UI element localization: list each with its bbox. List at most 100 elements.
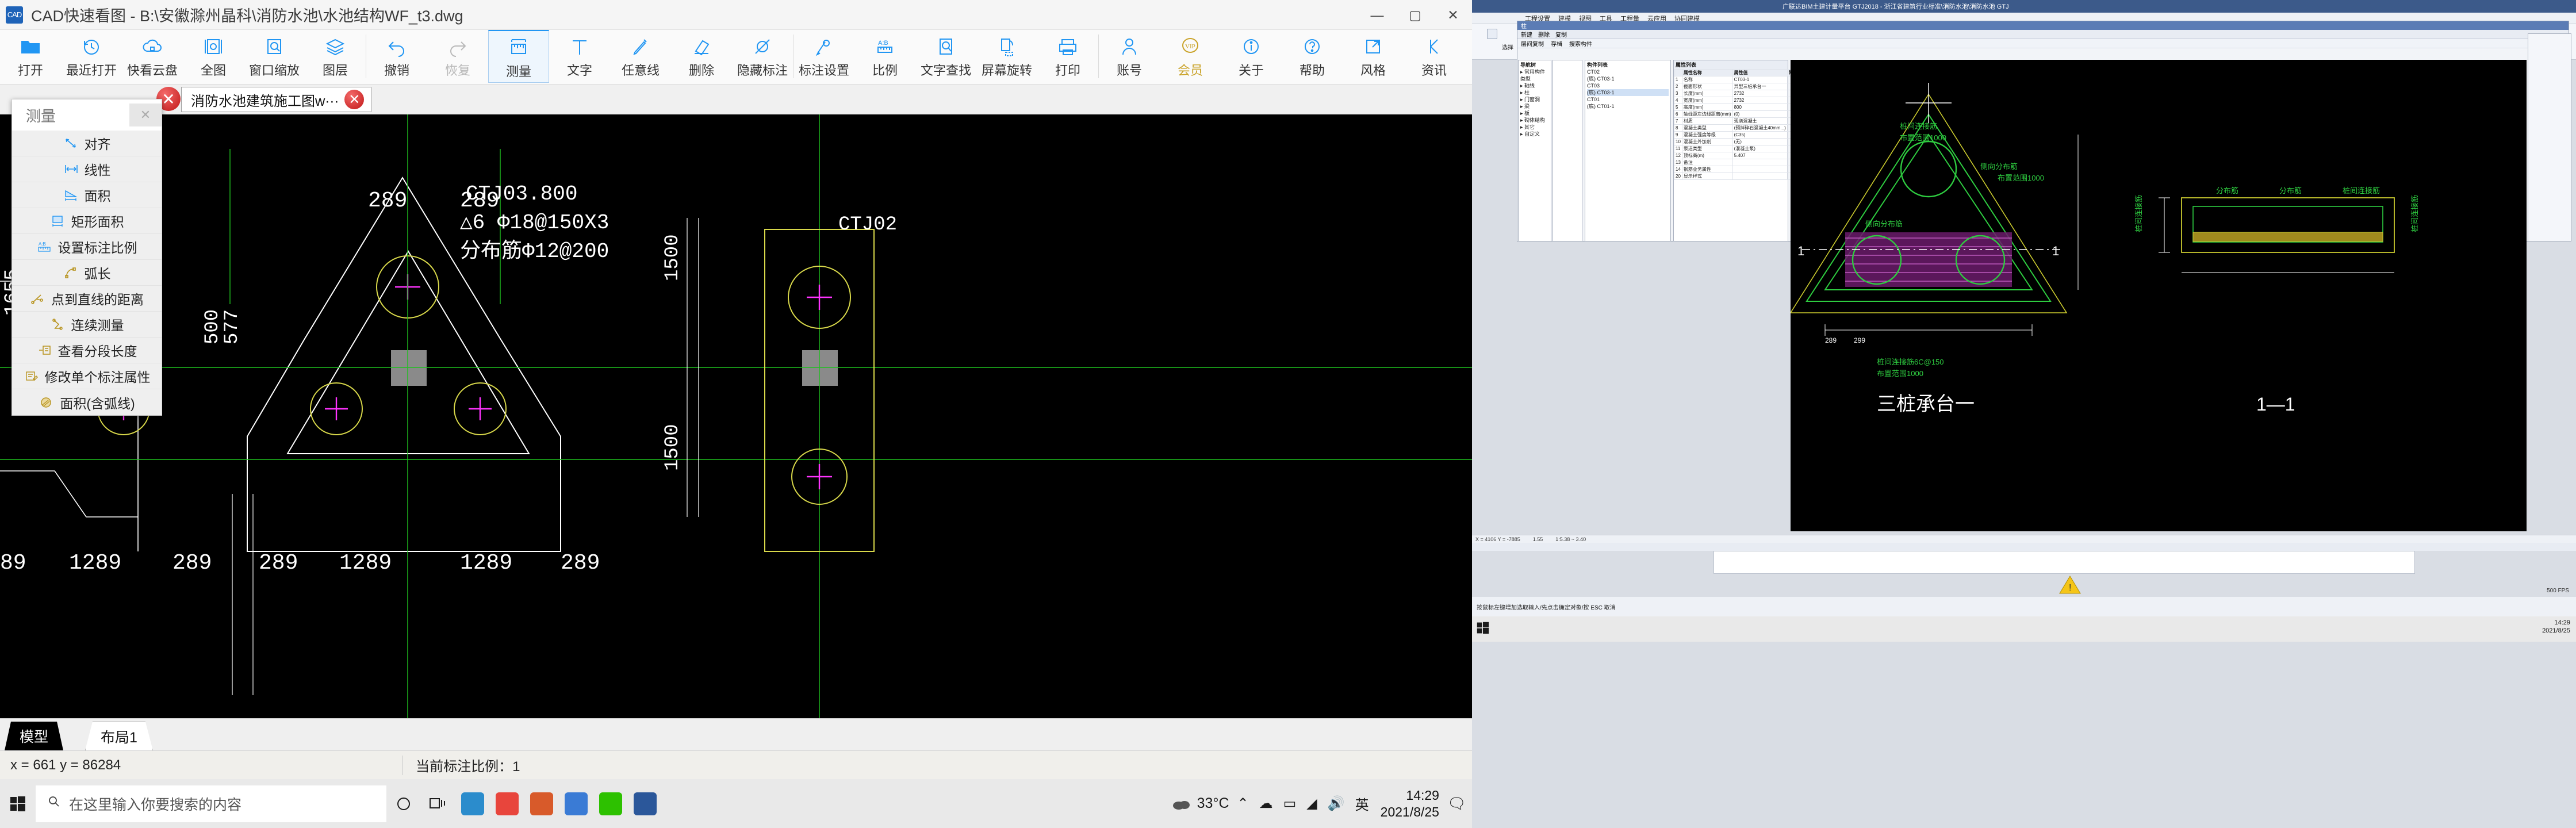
ribbon-button-打开[interactable]: 打开 bbox=[0, 30, 61, 83]
task-view-icon[interactable] bbox=[421, 779, 455, 828]
column-dialog-tool-搜索构件[interactable]: 搜索构件 bbox=[1569, 39, 1592, 48]
property-table-row[interactable]: 7 材质 现浇混凝土 bbox=[1674, 117, 1800, 125]
cad-app-icon[interactable] bbox=[524, 779, 559, 828]
column-dialog-tab-复制[interactable]: 复制 bbox=[1555, 30, 1567, 39]
glodon-taskbar-clock[interactable]: 14:29 2021/8/25 bbox=[2542, 619, 2570, 635]
ribbon-button-账号[interactable]: 账号 bbox=[1099, 30, 1160, 83]
ribbon-button-标注设置[interactable]: 标注设置 bbox=[793, 30, 854, 83]
navigation-tree[interactable]: 导航树 ▸ 常用构件类型 ▸ 轴线 ▸ 柱 ▸ 门窗洞 ▸ 梁 ▸ 板 ▸ 砌体结构 ▸ 其它… bbox=[1518, 60, 1551, 241]
ribbon-button-撤销[interactable]: 撤销 bbox=[366, 30, 427, 83]
document-tab[interactable]: 消防水池建筑施工图w··· ✕ bbox=[181, 87, 372, 112]
measure-item-对齐[interactable]: 对齐 bbox=[12, 131, 162, 156]
chrome-icon[interactable] bbox=[490, 779, 524, 828]
nav-tree-item-门窗洞[interactable]: ▸ 门窗洞 bbox=[1520, 96, 1549, 103]
layout-tab-model[interactable]: 模型 bbox=[5, 722, 63, 750]
column-dialog-tool-层间复制[interactable]: 层间复制 bbox=[1521, 39, 1544, 48]
taskbar-clock[interactable]: 14:29 2021/8/25 bbox=[1381, 787, 1439, 821]
ime-icon[interactable]: 英 bbox=[1355, 793, 1369, 814]
windows-start-icon[interactable] bbox=[0, 779, 36, 828]
property-table-row[interactable]: 12 顶标高(m) 5.407 bbox=[1674, 152, 1800, 159]
nav-tree-item-砌体结构[interactable]: ▸ 砌体结构 bbox=[1520, 117, 1549, 124]
ribbon-button-风格[interactable]: 风格 bbox=[1343, 30, 1404, 83]
property-table-row[interactable]: 9 混凝土强度等级 (C35) bbox=[1674, 131, 1800, 139]
measure-item-点到直线的距离[interactable]: 点到直线的距离 bbox=[12, 286, 162, 312]
property-table-row[interactable]: 4 宽度(mm) 2732 bbox=[1674, 97, 1800, 104]
property-table-row[interactable]: 10 混凝土外加剂 (无) bbox=[1674, 138, 1800, 145]
ribbon-button-删除[interactable]: 删除 bbox=[671, 30, 732, 83]
measure-item-弧长[interactable]: 弧长 bbox=[12, 260, 162, 286]
property-table-row[interactable]: 13 备注 bbox=[1674, 159, 1800, 166]
measure-item-设置标注比例[interactable]: A:B 设置标注比例 bbox=[12, 234, 162, 260]
edge-icon[interactable] bbox=[455, 779, 490, 828]
ribbon-button-文字[interactable]: 文字 bbox=[549, 30, 610, 83]
property-table-row[interactable]: 5 高度(mm) 800 bbox=[1674, 103, 1800, 111]
chevron-up-icon[interactable]: ⌃ bbox=[1237, 795, 1249, 812]
measure-item-面积(含弧线)[interactable]: 面积(含弧线) bbox=[12, 389, 162, 415]
component-list-item[interactable]: (底) CT03-1 bbox=[1587, 75, 1669, 82]
column-dialog-tool-存档[interactable]: 存档 bbox=[1551, 39, 1562, 48]
property-table-row[interactable]: 14 钢筋业务属性 bbox=[1674, 166, 1800, 173]
ribbon-button-快看云盘[interactable]: 快看云盘 bbox=[122, 30, 183, 83]
property-table-row[interactable]: 6 轴线距左边线距离(mm) (0) bbox=[1674, 110, 1800, 118]
ribbon-button-全图[interactable]: 全图 bbox=[183, 30, 244, 83]
nav-tree-item-自定义[interactable]: ▸ 自定义 bbox=[1520, 131, 1549, 137]
component-list-panel[interactable]: 构件列表 CT02 (底) CT03-1 CT03 (底) CT03-1 CT01 (底)… bbox=[1585, 60, 1671, 241]
close-icon[interactable]: ✕ bbox=[129, 103, 162, 126]
property-panel[interactable]: 属性列表 属性名称属性值附加1名称CT03-12截面形状异型三桩承台一3长度(m… bbox=[1673, 60, 1800, 241]
measure-item-连续测量[interactable]: 连续测量 bbox=[12, 312, 162, 338]
minimize-button[interactable]: — bbox=[1358, 0, 1396, 30]
ribbon-button-会员[interactable]: VIP 会员 bbox=[1160, 30, 1221, 83]
ribbon-button-文字查找[interactable]: 文字查找 bbox=[915, 30, 976, 83]
ribbon-button-窗口缩放[interactable]: 窗口缩放 bbox=[244, 30, 305, 83]
measure-item-面积[interactable]: 面积 bbox=[12, 182, 162, 208]
cad-drawing-canvas[interactable]: 289 289 89 1289 289 289 1289 1289 289 CT… bbox=[0, 114, 1472, 718]
nav-tree-item-其它[interactable]: ▸ 其它 bbox=[1520, 124, 1549, 131]
glodon-ribbon-icon[interactable] bbox=[1487, 29, 1497, 39]
ribbon-button-恢复[interactable]: 恢复 bbox=[427, 30, 488, 83]
close-button[interactable]: ✕ bbox=[1434, 0, 1472, 30]
ribbon-button-测量[interactable]: 测量 bbox=[488, 30, 549, 83]
ribbon-button-图层[interactable]: 图层 bbox=[305, 30, 366, 83]
measure-item-线性[interactable]: 线性 bbox=[12, 156, 162, 182]
network-icon[interactable]: ◢ bbox=[1306, 795, 1317, 812]
measure-item-修改单个标注属性[interactable]: 修改单个标注属性 bbox=[12, 363, 162, 389]
cloud-icon[interactable]: ☁ bbox=[1259, 795, 1273, 812]
property-table-row[interactable]: 11 泵送类型 (混凝土泵) bbox=[1674, 145, 1800, 152]
property-table-row[interactable]: 20 显示样式 bbox=[1674, 172, 1800, 180]
search-input[interactable]: 在这里输入你要搜索的内容 bbox=[36, 785, 386, 822]
measure-dialog[interactable]: 测量 ✕ 对齐 线性 面积 矩形面积 A:B 设置标注比例 弧长 点到直线的距离 连续测量 查看分… bbox=[12, 99, 162, 416]
volume-icon[interactable]: 🔊 bbox=[1328, 795, 1345, 812]
ribbon-button-帮助[interactable]: 帮助 bbox=[1282, 30, 1343, 83]
battery-icon[interactable]: ▭ bbox=[1283, 795, 1297, 812]
nav-tree-item-板[interactable]: ▸ 板 bbox=[1520, 110, 1549, 117]
glodon-command-output[interactable] bbox=[1713, 551, 2415, 574]
component-list-item[interactable]: (底) CT03-1 bbox=[1587, 89, 1669, 96]
column-dialog-tab-删除[interactable]: 删除 bbox=[1538, 30, 1550, 39]
measure-item-查看分段长度[interactable]: 查看分段长度 bbox=[12, 338, 162, 363]
glodon-3d-canvas[interactable]: 桩间连接筋 布置范围1000 侧向分布筋 布置范围1000 侧向分布筋 桩间连接… bbox=[1791, 60, 2527, 531]
nav-tree-item-常用构件类型[interactable]: ▸ 常用构件类型 bbox=[1520, 68, 1549, 82]
property-table-row[interactable]: 2 截面形状 异型三桩承台一 bbox=[1674, 83, 1800, 90]
weather-widget[interactable]: 33°C bbox=[1172, 795, 1229, 812]
component-list-item[interactable]: (底) CT01-1 bbox=[1587, 103, 1669, 110]
property-table-row[interactable]: 1 名称 CT03-1 bbox=[1674, 76, 1800, 83]
nav-tree-item-轴线[interactable]: ▸ 轴线 bbox=[1520, 82, 1549, 89]
nav-tree-item-梁[interactable]: ▸ 梁 bbox=[1520, 103, 1549, 110]
ribbon-button-打印[interactable]: 打印 bbox=[1037, 30, 1098, 83]
word-icon[interactable] bbox=[628, 779, 662, 828]
maximize-button[interactable]: ▢ bbox=[1396, 0, 1434, 30]
secondary-list-panel[interactable] bbox=[1552, 60, 1582, 241]
cortana-circle-icon[interactable] bbox=[386, 779, 421, 828]
ribbon-button-屏幕旋转[interactable]: 屏幕旋转 bbox=[976, 30, 1037, 83]
property-table-row[interactable]: 3 长度(mm) 2732 bbox=[1674, 90, 1800, 97]
ribbon-button-隐藏标注[interactable]: 隐藏标注 bbox=[732, 30, 793, 83]
close-circle-icon[interactable]: ✕ bbox=[344, 90, 365, 109]
component-list-item[interactable]: CT02 bbox=[1587, 68, 1669, 75]
notification-icon[interactable]: 🗨 bbox=[1447, 795, 1466, 812]
ribbon-button-最近打开[interactable]: 最近打开 bbox=[61, 30, 122, 83]
component-list-item[interactable]: CT03 bbox=[1587, 82, 1669, 89]
column-dialog-tab-新建[interactable]: 新建 bbox=[1521, 30, 1532, 39]
ribbon-button-任意线[interactable]: 任意线 bbox=[610, 30, 671, 83]
property-table-row[interactable]: 8 混凝土类型 (预拌碎石混凝土40mm...) bbox=[1674, 124, 1800, 132]
layout-tab-layout1[interactable]: 布局1 bbox=[85, 722, 153, 750]
